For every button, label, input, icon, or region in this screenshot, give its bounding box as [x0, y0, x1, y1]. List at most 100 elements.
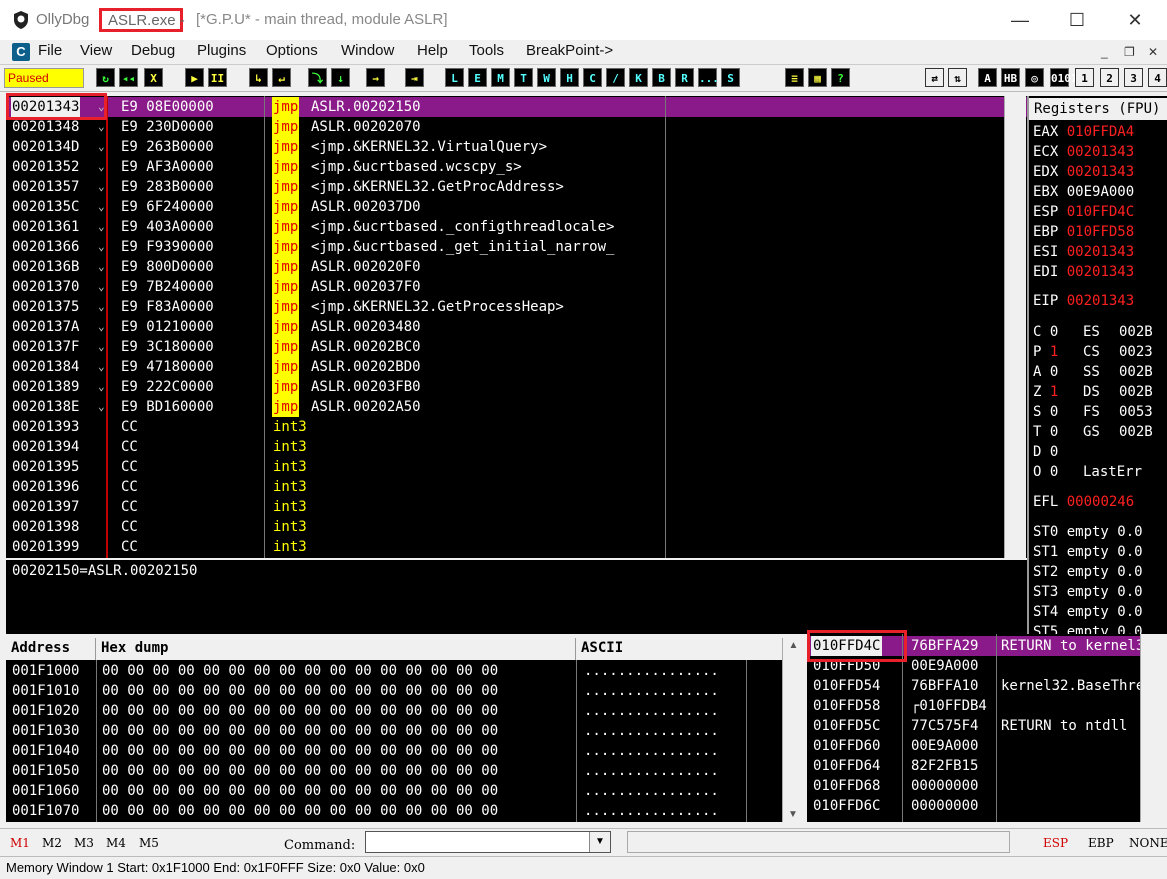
disasm-row[interactable]: 00201375 ⌄ E9 F83A0000 jmp <jmp.&KERNEL32.Ge…: [6, 297, 1027, 317]
toolbar-button-33[interactable]: 1: [1075, 68, 1094, 87]
register-esp[interactable]: ESP 010FFD4C: [1033, 203, 1134, 221]
stack-value[interactable]: 77C575F4: [911, 716, 978, 736]
disasm-row[interactable]: 0020137F ⌄ E9 3C180000 jmp ASLR.00202BC0: [6, 337, 1027, 357]
disasm-row[interactable]: 00201357 ⌄ E9 283B0000 jmp <jmp.&KERNEL32.Ge…: [6, 177, 1027, 197]
dump-address[interactable]: 001F1020: [12, 701, 79, 721]
disasm-row[interactable]: 0020138E ⌄ E9 BD160000 jmp ASLR.00202A50: [6, 397, 1027, 417]
toolbar-button-25[interactable]: ▦: [808, 68, 827, 87]
register-eip[interactable]: EIP 00201343: [1033, 292, 1134, 310]
disasm-row[interactable]: 0020137A ⌄ E9 01210000 jmp ASLR.00203480: [6, 317, 1027, 337]
flag-row[interactable]: D 0: [1033, 443, 1058, 461]
dump-address[interactable]: 001F1070: [12, 801, 79, 821]
dump-pane[interactable]: 001F1000 00 00 00 00 00 00 00 00 00 00 00…: [6, 660, 782, 822]
disasm-address[interactable]: 0020138E: [12, 397, 79, 417]
segment-value[interactable]: 0023: [1119, 343, 1153, 361]
disasm-address[interactable]: 0020136B: [12, 257, 79, 277]
mark-m4[interactable]: M4: [106, 836, 126, 850]
fpu-register[interactable]: ST0 empty 0.0: [1033, 523, 1143, 541]
disasm-row[interactable]: 00201399 CC int3: [6, 537, 1027, 557]
fpu-register[interactable]: ST2 empty 0.0: [1033, 563, 1143, 581]
disasm-row[interactable]: 0020136B ⌄ E9 800D0000 jmp ASLR.002020F0: [6, 257, 1027, 277]
disasm-row[interactable]: 00201361 ⌄ E9 403A0000 jmp <jmp.&ucrtbased._…: [6, 217, 1027, 237]
toolbar-button-28[interactable]: ⇅: [948, 68, 967, 87]
toolbar-button-0[interactable]: ↻: [96, 68, 115, 87]
minimize-button[interactable]: —: [1010, 10, 1030, 31]
segment-value[interactable]: 002B: [1119, 363, 1153, 381]
toolbar-button-34[interactable]: 2: [1100, 68, 1119, 87]
stack-value[interactable]: ┌010FFDB4: [911, 696, 987, 716]
disasm-address[interactable]: 00201366: [12, 237, 79, 257]
flag-row[interactable]: A 0 SS 002B: [1033, 363, 1153, 381]
register-ebx[interactable]: EBX 00E9A000: [1033, 183, 1134, 201]
dump-row[interactable]: 001F1000 00 00 00 00 00 00 00 00 00 00 00…: [6, 661, 782, 681]
toolbar-button-3[interactable]: ▶: [185, 68, 204, 87]
disasm-row[interactable]: 00201366 ⌄ E9 F9390000 jmp <jmp.&ucrtbased._…: [6, 237, 1027, 257]
follow-ebp-button[interactable]: EBP: [1088, 836, 1114, 850]
dump-hex[interactable]: 00 00 00 00 00 00 00 00 00 00 00 00 00 0…: [102, 801, 498, 821]
menu-window[interactable]: Window: [341, 42, 394, 59]
stack-pane[interactable]: 010FFD4C 76BFFA29 RETURN to kernel32 010FFD…: [807, 634, 1140, 822]
toolbar-button-10[interactable]: ⇥: [405, 68, 424, 87]
toolbar-button-29[interactable]: A: [978, 68, 997, 87]
disasm-row[interactable]: 00201343 ⌄ E9 08E00000 jmp ASLR.00202150: [6, 97, 1027, 117]
disasm-address[interactable]: 0020135C: [12, 197, 79, 217]
dump-hex[interactable]: 00 00 00 00 00 00 00 00 00 00 00 00 00 0…: [102, 741, 498, 761]
disassembly-pane[interactable]: 00201343 ⌄ E9 08E00000 jmp ASLR.00202150 0020…: [6, 96, 1027, 558]
registers-title[interactable]: Registers (FPU): [1029, 98, 1167, 120]
register-efl[interactable]: EFL 00000246: [1033, 493, 1134, 511]
disasm-row[interactable]: 00201352 ⌄ E9 AF3A0000 jmp <jmp.&ucrtbased.w…: [6, 157, 1027, 177]
toolbar-button-5[interactable]: ↳: [249, 68, 268, 87]
toolbar-button-4[interactable]: II: [208, 68, 227, 87]
stack-value[interactable]: 00E9A000: [911, 656, 978, 676]
stack-value[interactable]: 76BFFA10: [911, 676, 978, 696]
dump-row[interactable]: 001F1010 00 00 00 00 00 00 00 00 00 00 00…: [6, 681, 782, 701]
disasm-address[interactable]: 00201399: [12, 537, 79, 557]
disasm-address[interactable]: 00201394: [12, 437, 79, 457]
mdi-minimize-button[interactable]: _: [1101, 45, 1108, 59]
scroll-up-icon[interactable]: ▲: [783, 640, 804, 651]
stack-value[interactable]: 00000000: [911, 776, 978, 796]
disasm-row[interactable]: 00201394 CC int3: [6, 437, 1027, 457]
toolbar-button-35[interactable]: 3: [1124, 68, 1143, 87]
dump-hex[interactable]: 00 00 00 00 00 00 00 00 00 00 00 00 00 0…: [102, 761, 498, 781]
disasm-address[interactable]: 00201395: [12, 457, 79, 477]
disasm-address[interactable]: 0020134D: [12, 137, 79, 157]
mark-m1[interactable]: M1: [10, 836, 30, 850]
disasm-address[interactable]: 0020137A: [12, 317, 79, 337]
dump-ascii[interactable]: ................: [584, 801, 719, 821]
disasm-address[interactable]: 00201375: [12, 297, 79, 317]
menu-options[interactable]: Options: [266, 42, 318, 59]
fpu-register[interactable]: ST5 empty 0.0: [1033, 623, 1143, 634]
disasm-address[interactable]: 00201370: [12, 277, 79, 297]
mark-m3[interactable]: M3: [74, 836, 94, 850]
register-ecx[interactable]: ECX 00201343: [1033, 143, 1134, 161]
disasm-address[interactable]: 00201398: [12, 517, 79, 537]
stack-row[interactable]: 010FFD64 82F2FB15: [807, 756, 1140, 776]
dump-address[interactable]: 001F1000: [12, 661, 79, 681]
dump-hex[interactable]: 00 00 00 00 00 00 00 00 00 00 00 00 00 0…: [102, 701, 498, 721]
stack-address[interactable]: 010FFD58: [813, 696, 880, 716]
dump-ascii[interactable]: ................: [584, 661, 719, 681]
stack-scrollbar[interactable]: [1140, 634, 1162, 822]
menu-tools[interactable]: Tools: [469, 42, 504, 59]
toolbar-button-20[interactable]: B: [652, 68, 671, 87]
menu-help[interactable]: Help: [417, 42, 448, 59]
flag-row[interactable]: T 0 GS 002B: [1033, 423, 1153, 441]
flag-row[interactable]: O 0 LastErr: [1033, 463, 1142, 481]
register-value[interactable]: 00E9A000: [1067, 184, 1134, 200]
toolbar-button-23[interactable]: S: [721, 68, 740, 87]
dump-ascii[interactable]: ................: [584, 681, 719, 701]
toolbar-button-36[interactable]: 4: [1148, 68, 1167, 87]
dump-hex[interactable]: 00 00 00 00 00 00 00 00 00 00 00 00 00 0…: [102, 721, 498, 741]
register-value[interactable]: 00201343: [1067, 264, 1134, 280]
disasm-row[interactable]: 00201389 ⌄ E9 222C0000 jmp ASLR.00203FB0: [6, 377, 1027, 397]
toolbar-button-2[interactable]: X: [144, 68, 163, 87]
stack-address[interactable]: 010FFD54: [813, 676, 880, 696]
dump-hex[interactable]: 00 00 00 00 00 00 00 00 00 00 00 00 00 0…: [102, 661, 498, 681]
flag-value[interactable]: 0: [1050, 464, 1058, 480]
flag-value[interactable]: 0: [1050, 424, 1058, 440]
disasm-address[interactable]: 00201384: [12, 357, 79, 377]
toolbar-button-9[interactable]: →: [366, 68, 385, 87]
segment-value[interactable]: 002B: [1119, 383, 1153, 401]
register-value[interactable]: 00000246: [1067, 494, 1134, 510]
